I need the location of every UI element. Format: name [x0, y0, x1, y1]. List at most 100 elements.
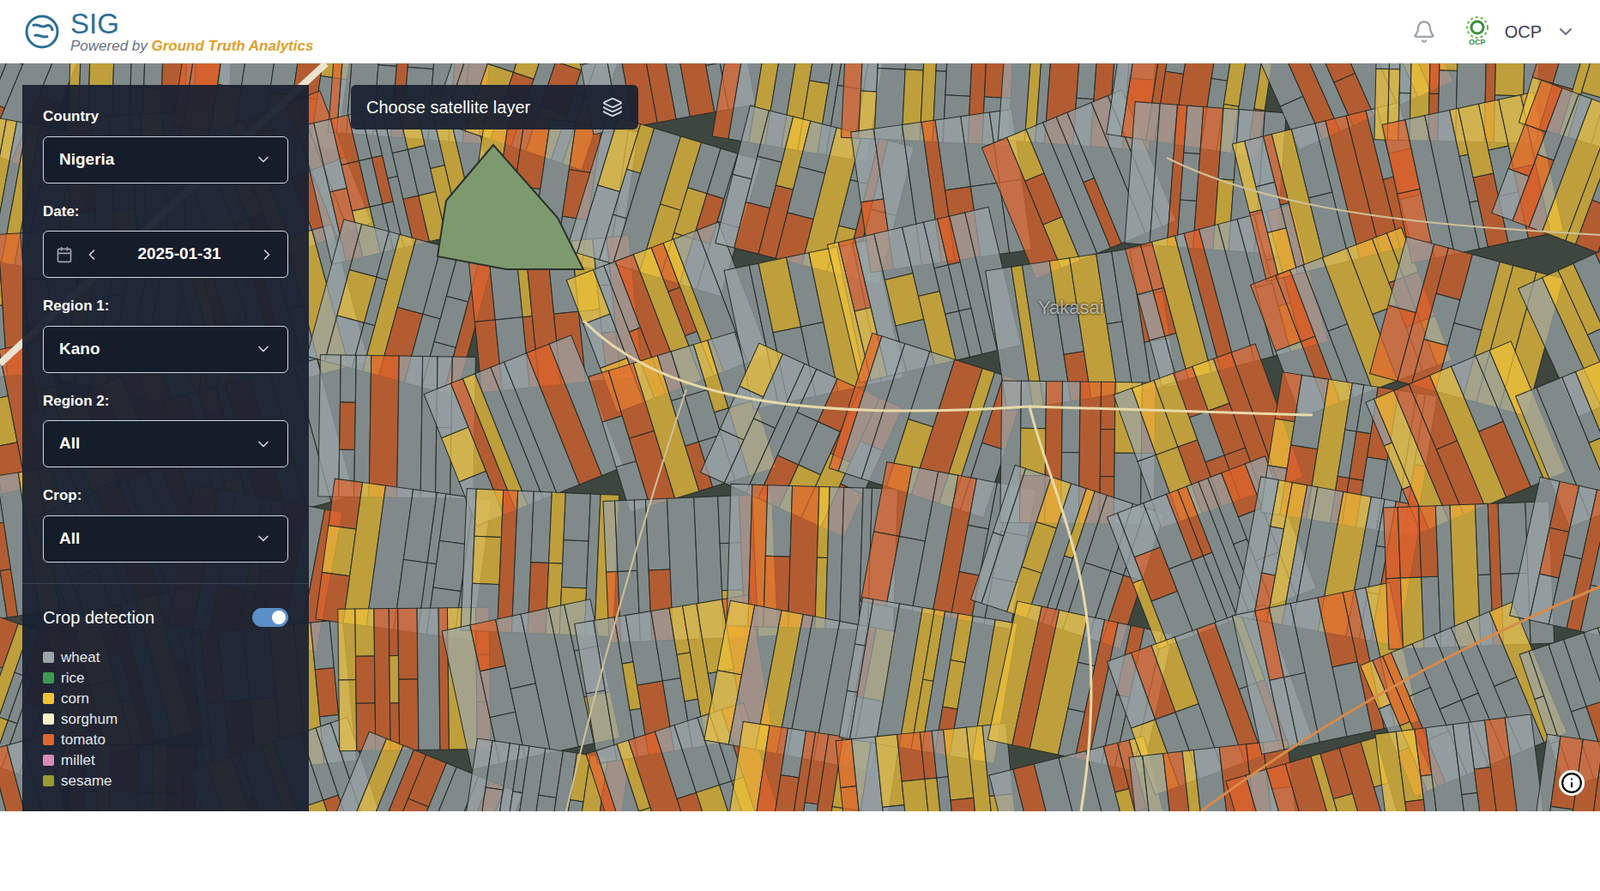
dropdown-value: Kano	[59, 337, 101, 363]
field[interactable]	[318, 355, 342, 498]
field[interactable]	[390, 798, 429, 812]
globe-logo-icon	[24, 13, 61, 50]
crop-dropdown[interactable]: All	[42, 515, 289, 563]
field[interactable]	[338, 680, 357, 752]
field[interactable]	[355, 656, 375, 704]
field[interactable]	[420, 356, 438, 499]
road	[583, 320, 1313, 416]
field[interactable]	[1597, 619, 1600, 696]
field[interactable]	[339, 355, 357, 403]
field[interactable]	[474, 489, 504, 538]
field[interactable]	[1099, 428, 1115, 477]
region1-dropdown[interactable]: Kano	[42, 326, 289, 374]
field[interactable]	[398, 679, 419, 751]
field[interactable]	[794, 803, 819, 812]
user-menu[interactable]: OCPOCP	[1463, 16, 1576, 47]
field[interactable]	[89, 63, 115, 87]
field[interactable]	[416, 608, 441, 751]
brand-name: Ground Truth Analytics	[151, 37, 314, 55]
field[interactable]	[1595, 244, 1600, 297]
field[interactable]	[389, 656, 399, 704]
field[interactable]	[1593, 742, 1600, 812]
chevron-down-icon	[254, 150, 272, 169]
field[interactable]	[1429, 63, 1440, 94]
field[interactable]	[561, 540, 589, 589]
field[interactable]	[374, 609, 391, 752]
field[interactable]	[1399, 63, 1412, 94]
field[interactable]	[1575, 199, 1600, 253]
field[interactable]	[1494, 63, 1525, 97]
road	[566, 389, 687, 812]
crop-detection-row: Crop detection	[42, 604, 289, 631]
field[interactable]	[1062, 381, 1081, 453]
chevron-down-icon	[254, 435, 272, 453]
dropdown-value: Nigeria	[59, 147, 115, 173]
region2-dropdown[interactable]: All	[42, 420, 289, 468]
field[interactable]	[1590, 538, 1600, 590]
app-name: SIG	[70, 9, 314, 39]
field[interactable]	[765, 485, 792, 557]
field[interactable]	[860, 63, 879, 92]
field[interactable]	[1397, 507, 1422, 580]
header-actions: OCPOCP	[1412, 16, 1576, 47]
field[interactable]	[945, 63, 973, 97]
field-label: Date:	[42, 200, 289, 224]
legend-item: tomato	[42, 731, 289, 749]
field[interactable]	[1439, 63, 1460, 71]
next-date-icon[interactable]	[258, 246, 276, 264]
divider	[22, 583, 309, 585]
field[interactable]	[563, 493, 591, 542]
road	[1201, 586, 1600, 812]
field[interactable]	[478, 787, 503, 812]
field[interactable]	[1376, 63, 1391, 70]
field-label: Crop:	[42, 484, 289, 508]
field[interactable]	[615, 500, 638, 573]
field[interactable]	[349, 811, 387, 813]
field[interactable]	[1540, 806, 1574, 812]
crop-detection-toggle[interactable]	[252, 608, 289, 628]
date-picker[interactable]: 2025-01-31	[42, 230, 289, 278]
legend-swatch	[42, 754, 55, 767]
info-button[interactable]	[1558, 770, 1585, 797]
map[interactable]: YakasaiCountryNigeriaDate:2025-01-31Regi…	[0, 63, 1600, 812]
calendar-icon[interactable]	[55, 246, 73, 264]
field[interactable]	[471, 536, 502, 585]
field[interactable]	[646, 498, 671, 571]
field[interactable]	[339, 402, 357, 450]
satellite-layer-button[interactable]: Choose satellite layer	[350, 84, 639, 130]
field[interactable]	[788, 486, 820, 629]
app: SIGPowered by Ground Truth Analytics OCPO…	[0, 0, 1600, 891]
country-dropdown[interactable]: Nigeria	[42, 136, 289, 184]
user-name: OCP	[1504, 18, 1542, 45]
legend-swatch	[42, 713, 55, 725]
legend-label: corn	[60, 688, 90, 711]
field[interactable]	[397, 356, 423, 499]
powered-by: Powered by Ground Truth Analytics	[70, 38, 314, 54]
field[interactable]	[398, 608, 418, 680]
field[interactable]	[1400, 577, 1425, 650]
field[interactable]	[338, 609, 357, 681]
map-place-label: Yakasai	[1038, 293, 1105, 322]
bell-icon[interactable]	[1412, 19, 1437, 44]
legend-swatch	[42, 775, 55, 787]
field[interactable]	[354, 355, 372, 498]
field[interactable]	[1100, 381, 1116, 429]
field[interactable]	[388, 608, 399, 656]
field[interactable]	[368, 356, 399, 499]
dropdown-value: All	[59, 431, 80, 457]
field[interactable]	[531, 491, 553, 563]
legend-label: millet	[60, 749, 96, 773]
chevron-down-icon	[254, 340, 272, 358]
field[interactable]	[1575, 361, 1600, 503]
field[interactable]	[355, 609, 375, 657]
legend-item: wheat	[42, 649, 289, 667]
legend-item: corn	[42, 690, 289, 708]
chevron-down-icon	[1555, 21, 1576, 43]
field[interactable]	[1598, 186, 1600, 259]
dropdown-value: All	[59, 526, 80, 552]
previous-date-icon[interactable]	[83, 246, 101, 264]
toggle-knob	[271, 610, 286, 625]
field[interactable]	[531, 795, 557, 812]
field[interactable]	[1418, 506, 1439, 578]
field-label: Country	[42, 105, 289, 128]
